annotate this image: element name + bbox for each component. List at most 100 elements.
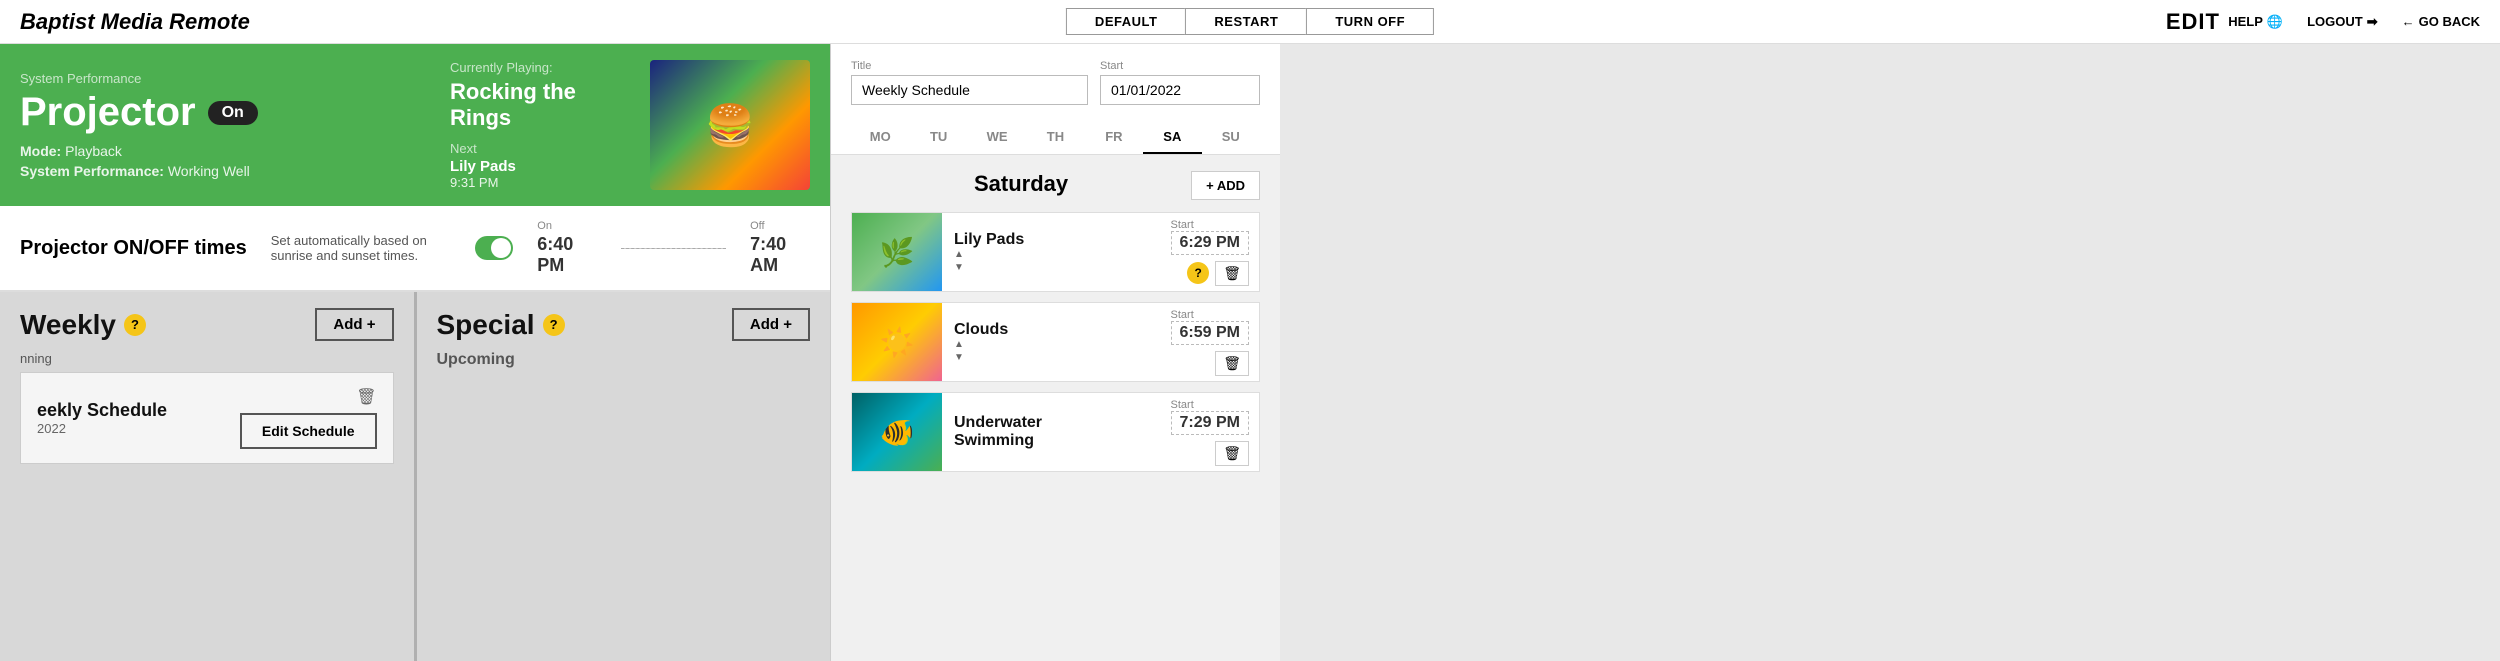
next-title: Lily Pads xyxy=(450,158,630,175)
clouds-name: Clouds xyxy=(954,321,1149,339)
tab-monday[interactable]: MO xyxy=(851,121,909,154)
back-arrow-icon: ← xyxy=(2402,14,2415,29)
special-header: Special ? Add + xyxy=(437,308,811,341)
lily-pads-delete-button[interactable]: 🗑 xyxy=(1215,261,1249,286)
underwater-actions: Start 7:29 PM 🗑 xyxy=(1161,392,1259,472)
top-nav: Baptist Media Remote DEFAULT RESTART TUR… xyxy=(0,0,2500,44)
down-arrow-icon[interactable]: ▼ xyxy=(954,352,1149,363)
left-panel: System Performance Projector On Mode: Pl… xyxy=(0,44,830,661)
clouds-controls: 🗑 xyxy=(1215,351,1249,376)
lily-pads-start-section: Start 6:29 PM xyxy=(1171,219,1249,255)
weekly-help-icon[interactable]: ? xyxy=(124,314,146,336)
special-title: Special xyxy=(437,309,535,341)
off-time-section: Off 7:40 AM xyxy=(750,220,810,276)
currently-playing-label: Currently Playing: xyxy=(450,60,630,75)
off-time-value: 7:40 AM xyxy=(750,234,810,276)
clouds-order-arrows[interactable]: ▲ ▼ xyxy=(954,339,1149,363)
special-add-button[interactable]: Add + xyxy=(732,308,810,341)
clouds-delete-button[interactable]: 🗑 xyxy=(1215,351,1249,376)
lily-pads-start-time[interactable]: 6:29 PM xyxy=(1171,231,1249,255)
title-input[interactable] xyxy=(851,75,1088,105)
underwater-start-time[interactable]: 7:29 PM xyxy=(1171,411,1249,435)
lily-pads-order-arrows[interactable]: ▲ ▼ xyxy=(954,249,1149,273)
down-arrow-icon[interactable]: ▼ xyxy=(954,262,1149,273)
next-time: 9:31 PM xyxy=(450,175,630,190)
up-arrow-icon[interactable]: ▲ xyxy=(954,339,1149,350)
tab-thursday[interactable]: TH xyxy=(1026,121,1084,154)
weekly-title: Weekly xyxy=(20,309,116,341)
title-field-label: Title xyxy=(851,60,1088,72)
tab-friday[interactable]: FR xyxy=(1085,121,1143,154)
start-input[interactable] xyxy=(1100,75,1260,105)
clouds-thumbnail: ☀️ xyxy=(852,302,942,382)
weekly-item-info: eekly Schedule 2022 xyxy=(37,400,167,436)
projector-title-row: Projector On xyxy=(20,90,430,135)
on-label: On xyxy=(537,220,597,232)
edit-body: Saturday + ADD 🌿 Lily Pads ▲ ▼ Start 6:2… xyxy=(831,155,1280,661)
special-help-icon[interactable]: ? xyxy=(543,314,565,336)
weekly-item-trash-icon[interactable]: 🗑 xyxy=(356,387,376,407)
help-icon: 🌐 xyxy=(2267,14,2283,30)
go-back-button[interactable]: ← GO BACK xyxy=(2402,14,2480,29)
running-text: nning xyxy=(20,351,52,366)
projector-times-panel: Projector ON/OFF times Set automatically… xyxy=(0,206,830,292)
sys-perf-status: System Performance: Working Well xyxy=(20,163,430,179)
lily-pads-controls: ? 🗑 xyxy=(1187,261,1249,286)
on-time-value: 6:40 PM xyxy=(537,234,597,276)
logout-icon: ➡ xyxy=(2367,14,2378,30)
underwater-delete-button[interactable]: 🗑 xyxy=(1215,441,1249,466)
main-content: System Performance Projector On Mode: Pl… xyxy=(0,44,2500,661)
weekly-schedule-item: eekly Schedule 2022 🗑 Edit Schedule xyxy=(20,372,394,464)
underwater-controls: 🗑 xyxy=(1215,441,1249,466)
edit-fields-row: Title Start xyxy=(851,60,1260,105)
edit-item-clouds: ☀️ Clouds ▲ ▼ Start 6:59 PM 🗑 xyxy=(851,302,1260,382)
lily-pads-start-label: Start xyxy=(1171,219,1249,231)
up-arrow-icon[interactable]: ▲ xyxy=(954,249,1149,260)
underwater-start-section: Start 7:29 PM xyxy=(1171,399,1249,435)
underwater-info: Underwater Swimming xyxy=(942,406,1161,458)
weekly-header: Weekly ? Add + xyxy=(20,308,394,341)
clouds-actions: Start 6:59 PM 🗑 xyxy=(1161,302,1259,382)
help-label: HELP xyxy=(2228,14,2263,29)
now-playing-thumbnail: 🍔 xyxy=(650,60,810,190)
lily-pads-name: Lily Pads xyxy=(954,231,1149,249)
clouds-info: Clouds ▲ ▼ xyxy=(942,313,1161,371)
tab-sunday[interactable]: SU xyxy=(1202,121,1260,154)
underwater-start-label: Start xyxy=(1171,399,1249,411)
mode-label: Mode: xyxy=(20,143,61,159)
weekly-item-actions: 🗑 Edit Schedule xyxy=(240,387,377,449)
underwater-name-1: Underwater xyxy=(954,414,1149,432)
schedule-section: Weekly ? Add + nning eekly Schedule 2022… xyxy=(0,292,830,661)
sys-perf-label: System Performance xyxy=(20,71,430,86)
projector-info: System Performance Projector On Mode: Pl… xyxy=(20,71,430,179)
add-item-button[interactable]: + ADD xyxy=(1191,171,1260,200)
projector-times-title: Projector ON/OFF times xyxy=(20,237,247,260)
lily-pads-actions: Start 6:29 PM ? 🗑 xyxy=(1161,212,1259,292)
help-button[interactable]: HELP 🌐 xyxy=(2228,14,2283,30)
lily-pads-help-icon[interactable]: ? xyxy=(1187,262,1209,284)
auto-set-toggle[interactable] xyxy=(475,236,514,260)
restart-button[interactable]: RESTART xyxy=(1185,8,1306,35)
brand-logo: Baptist Media Remote xyxy=(20,9,250,35)
underwater-name-2: Swimming xyxy=(954,432,1149,450)
go-back-label: GO BACK xyxy=(2419,14,2480,29)
underwater-thumbnail: 🐠 xyxy=(852,392,942,472)
lily-pads-info: Lily Pads ▲ ▼ xyxy=(942,223,1161,281)
tab-tuesday[interactable]: TU xyxy=(909,121,967,154)
edit-schedule-button[interactable]: Edit Schedule xyxy=(240,413,377,449)
tab-saturday[interactable]: SA xyxy=(1143,121,1201,154)
default-button[interactable]: DEFAULT xyxy=(1066,8,1185,35)
upcoming-label: Upcoming xyxy=(437,351,811,369)
clouds-start-time[interactable]: 6:59 PM xyxy=(1171,321,1249,345)
turn-off-button[interactable]: TURN OFF xyxy=(1306,8,1434,35)
tab-wednesday[interactable]: WE xyxy=(968,121,1026,154)
lily-pads-thumbnail: 🌿 xyxy=(852,212,942,292)
special-column: Special ? Add + Upcoming xyxy=(417,292,831,661)
weekly-add-button[interactable]: Add + xyxy=(315,308,393,341)
mode-text: Mode: Playback xyxy=(20,143,430,159)
right-edit-panel: Title Start MO TU WE TH FR SA SU Satur xyxy=(830,44,1280,661)
off-label: Off xyxy=(750,220,810,232)
clouds-start-section: Start 6:59 PM xyxy=(1171,309,1249,345)
logout-button[interactable]: LOGOUT ➡ xyxy=(2307,14,2378,30)
on-time-section: On 6:40 PM xyxy=(537,220,597,276)
